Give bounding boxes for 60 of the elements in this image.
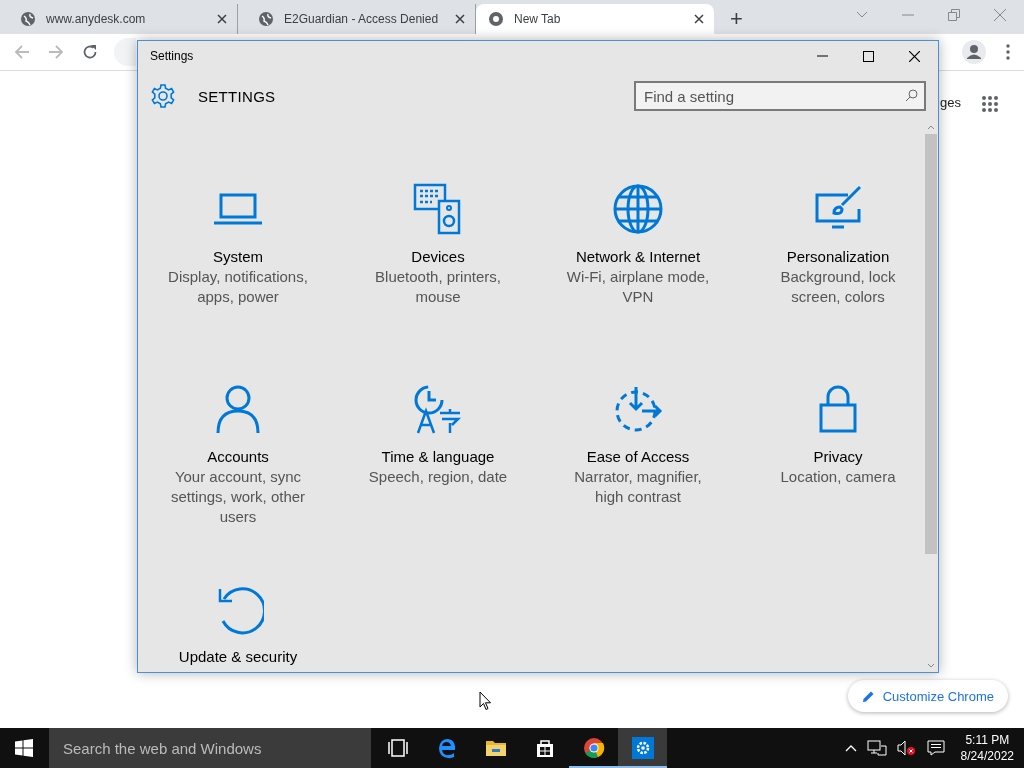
new-tab-button[interactable]: + — [722, 4, 751, 34]
close-icon[interactable] — [455, 14, 465, 24]
clock-time[interactable]: 5:11 PM — [965, 732, 1010, 748]
maximize-icon[interactable] — [863, 50, 874, 62]
category-description: Display, notifications, apps, power — [167, 267, 309, 307]
caret-icon[interactable] — [856, 11, 868, 19]
back-arrow-icon[interactable] — [14, 44, 30, 60]
reload-icon[interactable] — [82, 44, 98, 60]
category-title[interactable]: Network & Internet — [575, 247, 701, 267]
category-description: Narrator, magnifier, high contrast — [573, 467, 703, 507]
category-description: Speech, region, date — [367, 467, 509, 487]
category-title[interactable]: Privacy — [813, 447, 863, 467]
taskbar-app-button[interactable] — [618, 728, 667, 768]
category-description: Background, lock screen, colors — [779, 267, 897, 307]
category-description: Wi-Fi, airplane mode, VPN — [565, 267, 711, 307]
scroll-down-icon[interactable] — [927, 663, 935, 668]
window-title: Settings — [150, 49, 194, 63]
muted-speaker-icon[interactable] — [896, 740, 917, 756]
caret-up-icon[interactable] — [844, 744, 857, 752]
globe-icon — [258, 11, 274, 27]
category-title[interactable]: Accounts — [207, 447, 269, 467]
close-icon[interactable] — [217, 14, 227, 24]
category-description: Location, camera — [779, 467, 897, 487]
scrollbar-thumb[interactable] — [925, 134, 937, 554]
category-title[interactable]: Personalization — [786, 247, 890, 267]
network-icon[interactable] — [866, 740, 887, 756]
category-title[interactable]: Time & language — [381, 447, 495, 467]
globe-icon — [20, 11, 36, 27]
close-icon[interactable] — [694, 14, 704, 24]
customize-chrome-button[interactable]: Customize Chrome — [847, 680, 1008, 712]
images-link[interactable]: ges — [940, 95, 961, 110]
apps-grid-icon[interactable] — [981, 95, 999, 113]
windows-logo-icon[interactable] — [15, 739, 33, 757]
close-icon[interactable] — [909, 50, 920, 62]
gear-icon — [631, 737, 654, 759]
taskbar-search-field[interactable]: Search the web and Windows — [49, 728, 371, 768]
profile-icon[interactable] — [962, 40, 986, 64]
category-title[interactable]: System — [213, 247, 263, 267]
browser-tab[interactable]: New Tab — [476, 4, 714, 34]
gear-icon — [150, 83, 176, 109]
mouse-cursor-icon — [479, 691, 492, 711]
search-field[interactable]: Find a setting — [634, 81, 926, 111]
task-view-icon — [386, 737, 409, 759]
clock-date[interactable]: 8/24/2022 — [960, 748, 1014, 764]
chrome-icon — [488, 11, 504, 27]
restore-icon[interactable] — [948, 9, 960, 21]
category-title[interactable]: Devices — [411, 247, 465, 267]
page-heading: SETTINGS — [198, 87, 276, 105]
chrome-icon — [582, 737, 605, 759]
pencil-icon — [861, 689, 875, 703]
category-title[interactable]: Ease of Access — [586, 447, 690, 467]
category-title[interactable]: Update & security — [178, 647, 298, 667]
category-description: Bluetooth, printers, mouse — [374, 267, 502, 307]
search-icon — [905, 89, 918, 102]
forward-arrow-icon[interactable] — [48, 44, 64, 60]
scroll-up-icon[interactable] — [927, 125, 935, 130]
globe-icon[interactable] — [612, 183, 664, 235]
category-description: Your account, sync settings, work, other users — [169, 467, 307, 527]
more-menu-icon[interactable] — [1006, 44, 1010, 60]
notification-icon[interactable] — [926, 740, 945, 756]
